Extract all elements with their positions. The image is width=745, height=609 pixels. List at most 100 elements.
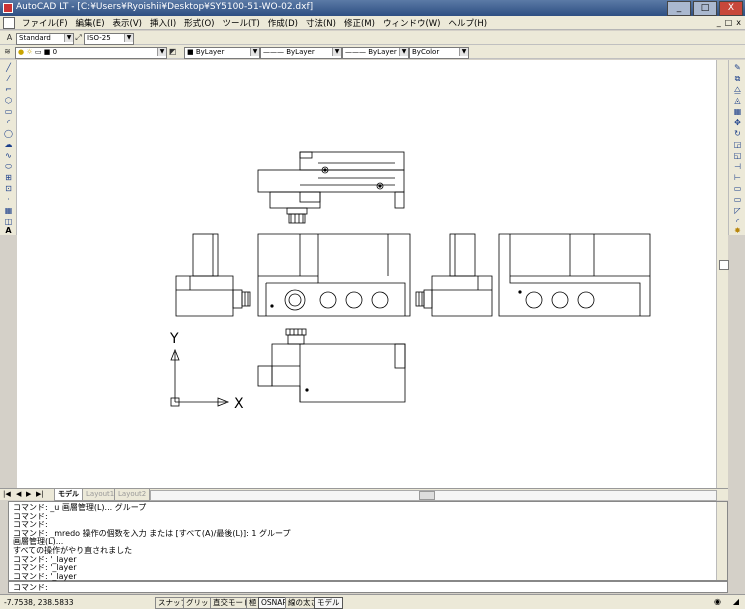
move-icon[interactable]: ✥	[733, 118, 742, 127]
hscroll-thumb[interactable]	[419, 491, 435, 500]
sun-icon: ☼	[26, 48, 33, 56]
menu-help[interactable]: ヘルプ(H)	[445, 17, 492, 29]
make-block-icon[interactable]: ⊡	[4, 184, 13, 193]
multiline-text-icon[interactable]: A	[4, 226, 13, 235]
menu-view[interactable]: 表示(V)	[109, 17, 146, 29]
document-controls: _ □ x	[717, 18, 741, 27]
dim-style-select[interactable]: ISO-25 ▼	[84, 33, 134, 45]
chamfer-icon[interactable]: ◸	[733, 206, 742, 215]
rectangle-icon[interactable]: ▭	[4, 107, 13, 116]
break-icon[interactable]: ▭	[733, 184, 742, 193]
draw-toolbar: ╱ ⁄ ⌐ ⬡ ▭ ◜ ◯ ☁ ∿ ⬭ ⊞ ⊡ · ▦ ◫ A	[0, 60, 17, 235]
doc-restore-button[interactable]: □	[725, 18, 733, 27]
hatch-icon[interactable]: ▦	[4, 206, 13, 215]
command-input[interactable]: コマンド:	[8, 581, 728, 593]
join-icon[interactable]: ▭	[733, 195, 742, 204]
menu-format[interactable]: 形式(O)	[180, 17, 218, 29]
dim-style-icon[interactable]: ⤢	[74, 33, 83, 42]
spline-icon[interactable]: ∿	[4, 151, 13, 160]
title-bar: AutoCAD LT - [C:¥Users¥Ryoishii¥Desktop¥…	[0, 0, 745, 16]
menu-tools[interactable]: ツール(T)	[218, 17, 263, 29]
polyline-icon[interactable]: ⌐	[4, 85, 13, 94]
maximize-button[interactable]: □	[693, 1, 717, 16]
trim-icon[interactable]: ⊣	[733, 162, 742, 171]
menu-insert[interactable]: 挿入(I)	[146, 17, 180, 29]
prev-tab-icon[interactable]: ◀	[16, 490, 21, 498]
model-toggle[interactable]: モデル	[314, 597, 343, 609]
lineweight-sample: ———	[345, 48, 366, 56]
arc-icon[interactable]: ◜	[4, 118, 13, 127]
revision-cloud-icon[interactable]: ☁	[4, 140, 13, 149]
menu-window[interactable]: ウィンドウ(W)	[379, 17, 445, 29]
insert-block-icon[interactable]: ⊞	[4, 173, 13, 182]
app-icon[interactable]	[3, 3, 13, 13]
tray-icon[interactable]: ◉	[714, 597, 721, 606]
erase-icon[interactable]: ✎	[733, 63, 742, 72]
command-scrollbar[interactable]	[716, 502, 727, 580]
layers-toolbar: ≋ ● ☼ ▭ ■ 0 ▼ ◩ ■ ByLayer ▼ ——— ByLayer …	[0, 45, 745, 59]
polygon-icon[interactable]: ⬡	[4, 96, 13, 105]
lineweight-select[interactable]: ——— ByLayer ▼	[342, 47, 409, 59]
command-line: コマンド:	[13, 511, 48, 521]
command-history[interactable]: コマンド: _u 画層管理(L)... グループ コマンド: コマンド: コマン…	[8, 501, 728, 581]
color-select[interactable]: ■ ByLayer ▼	[184, 47, 260, 59]
linetype-select[interactable]: ——— ByLayer ▼	[260, 47, 342, 59]
scroll-thumb[interactable]	[719, 260, 729, 270]
stretch-icon[interactable]: ◱	[733, 151, 742, 160]
chevron-down-icon: ▼	[157, 48, 166, 56]
window-controls: _ □ X	[667, 1, 743, 16]
next-tab-icon[interactable]: ▶	[26, 490, 31, 498]
minimize-button[interactable]: _	[667, 1, 691, 16]
right-side-view	[415, 233, 493, 317]
plotstyle-value: ByColor	[412, 48, 440, 56]
extend-icon[interactable]: ⊢	[733, 173, 742, 182]
region-icon[interactable]: ◫	[4, 217, 13, 226]
ellipse-icon[interactable]: ⬭	[4, 162, 13, 171]
array-icon[interactable]: ▦	[733, 107, 742, 116]
text-style-select[interactable]: Standard ▼	[16, 33, 74, 45]
text-style-icon[interactable]: A	[5, 33, 14, 42]
scale-icon[interactable]: ◲	[733, 140, 742, 149]
tab-layout1[interactable]: Layout1	[82, 489, 119, 501]
color-value: ByLayer	[195, 48, 225, 56]
doc-minimize-button[interactable]: _	[717, 18, 721, 27]
layer-manager-icon[interactable]: ≋	[3, 47, 12, 56]
plotstyle-select[interactable]: ByColor ▼	[409, 47, 469, 59]
explode-icon[interactable]: ✸	[733, 226, 742, 235]
menu-file[interactable]: ファイル(F)	[18, 17, 72, 29]
copy-icon[interactable]: ⧉	[733, 74, 742, 83]
rotate-icon[interactable]: ↻	[733, 129, 742, 138]
fillet-icon[interactable]: ◜	[733, 217, 742, 226]
chevron-down-icon: ▼	[124, 34, 133, 42]
left-side-view	[175, 233, 251, 317]
first-tab-icon[interactable]: |◀	[3, 490, 11, 498]
tab-model[interactable]: モデル	[54, 489, 83, 501]
layer-select[interactable]: ● ☼ ▭ ■ 0 ▼	[15, 47, 167, 59]
menu-draw[interactable]: 作成(D)	[264, 17, 302, 29]
construction-line-icon[interactable]: ⁄	[4, 74, 13, 83]
window-title: AutoCAD LT - [C:¥Users¥Ryoishii¥Desktop¥…	[16, 2, 314, 12]
document-icon[interactable]	[3, 16, 15, 29]
chevron-down-icon: ▼	[64, 34, 73, 42]
modify-toolbar: ✎ ⧉ ⧋ ◬ ▦ ✥ ↻ ◲ ◱ ⊣ ⊢ ▭ ▭ ◸ ◜ ✸	[728, 60, 745, 235]
circle-icon[interactable]: ◯	[4, 129, 13, 138]
chevron-down-icon: ▼	[459, 48, 468, 56]
last-tab-icon[interactable]: ▶|	[36, 490, 44, 498]
menu-bar: ファイル(F) 編集(E) 表示(V) 挿入(I) 形式(O) ツール(T) 作…	[0, 16, 745, 30]
menu-edit[interactable]: 編集(E)	[72, 17, 109, 29]
mirror-icon[interactable]: ⧋	[733, 85, 742, 94]
tab-layout2[interactable]: Layout2	[114, 489, 151, 501]
menu-modify[interactable]: 修正(M)	[340, 17, 379, 29]
close-button[interactable]: X	[719, 1, 743, 16]
drawing-area[interactable]: Y X	[17, 60, 728, 488]
vertical-scrollbar[interactable]	[716, 60, 729, 488]
menu-dimension[interactable]: 寸法(N)	[302, 17, 340, 29]
layer-color-swatch: ■	[43, 48, 51, 56]
horizontal-scrollbar[interactable]	[150, 490, 717, 501]
doc-close-button[interactable]: x	[736, 18, 741, 27]
offset-icon[interactable]: ◬	[733, 96, 742, 105]
line-tool-icon[interactable]: ╱	[4, 63, 13, 72]
make-current-icon[interactable]: ◩	[168, 47, 177, 56]
bottom-view	[257, 328, 406, 403]
point-icon[interactable]: ·	[4, 195, 13, 204]
